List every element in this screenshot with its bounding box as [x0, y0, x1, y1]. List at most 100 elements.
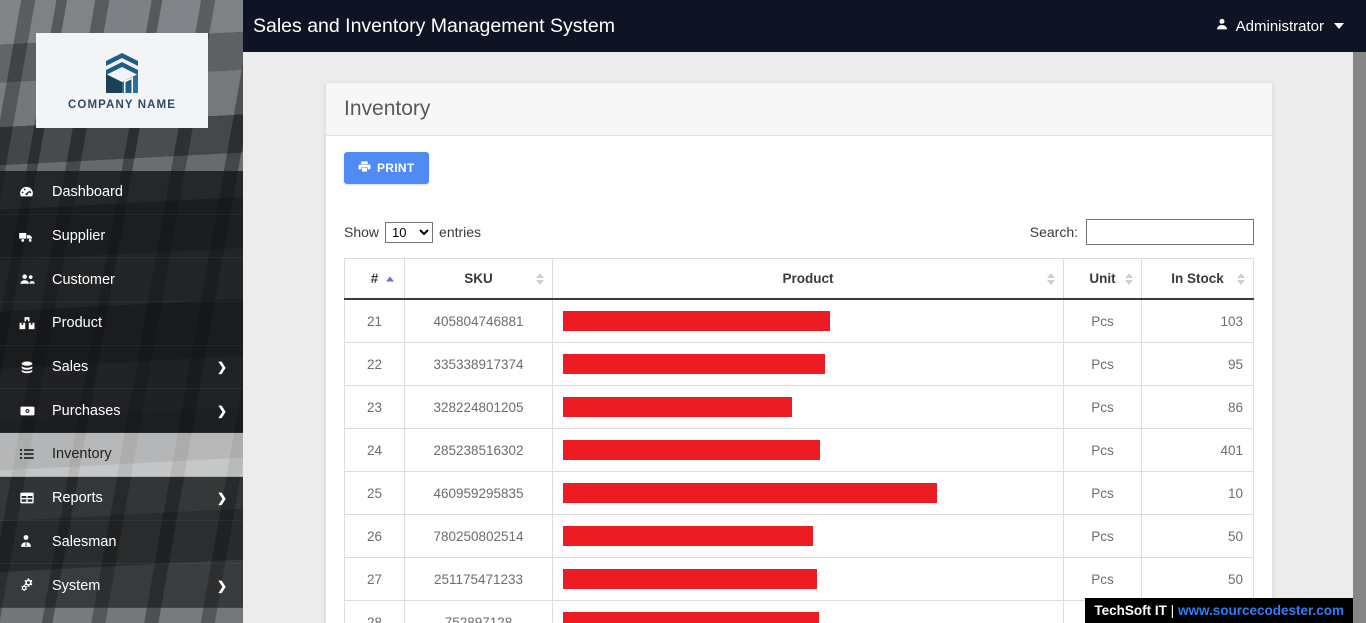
cell-unit: Pcs [1063, 557, 1142, 601]
sidebar-item-label: Sales [52, 359, 89, 376]
cell-product [552, 557, 1064, 601]
chevron-right-icon: ❯ [216, 360, 227, 375]
cell-number: 25 [344, 471, 405, 515]
column-label: Unit [1089, 271, 1116, 286]
scrollbar-thumb[interactable] [1353, 52, 1366, 623]
sidebar-item-inventory[interactable]: Inventory [0, 433, 243, 477]
cell-unit: Pcs [1063, 342, 1142, 386]
sidebar-item-salesman[interactable]: Salesman [0, 520, 243, 565]
column-header-in-stock[interactable]: In Stock [1141, 258, 1254, 300]
money-bill-icon [18, 403, 44, 419]
cell-sku: 780250802514 [404, 514, 553, 558]
print-button-label: PRINT [377, 161, 415, 175]
sidebar-item-label: Salesman [52, 533, 117, 550]
user-menu-label: Administrator [1235, 17, 1324, 35]
sidebar: COMPANY NAME Dashboard Supplier Customer [0, 0, 243, 623]
cell-unit: Pcs [1063, 298, 1142, 343]
column-header-sku[interactable]: SKU [404, 258, 553, 300]
cell-sku: 405804746881 [404, 298, 553, 343]
page-title: Inventory [344, 97, 431, 120]
cell-in-stock: 103 [1141, 298, 1254, 343]
sidebar-item-label: Inventory [52, 446, 112, 463]
person-tie-icon [18, 533, 44, 550]
redaction-bar [563, 397, 792, 417]
entries-suffix-label: entries [439, 224, 482, 240]
cell-number: 23 [344, 385, 405, 429]
sidebar-item-dashboard[interactable]: Dashboard [0, 171, 243, 215]
column-header-product[interactable]: Product [552, 258, 1064, 300]
redaction-bar [563, 440, 820, 460]
app-title: Sales and Inventory Management System [253, 14, 616, 37]
coins-icon [18, 359, 44, 376]
cell-unit: Pcs [1063, 385, 1142, 429]
sidebar-item-system[interactable]: System ❯ [0, 564, 243, 608]
entries-prefix-label: Show [344, 224, 380, 240]
table-row[interactable]: 27 251175471233 Pcs 50 [344, 557, 1254, 601]
sidebar-item-product[interactable]: Product [0, 302, 243, 346]
chevron-right-icon: ❯ [216, 578, 227, 593]
table-row[interactable]: 21 405804746881 Pcs 103 [344, 298, 1254, 343]
column-header-unit[interactable]: Unit [1063, 258, 1142, 300]
column-label: In Stock [1171, 271, 1224, 286]
cell-product [552, 600, 1064, 623]
cell-in-stock: 10 [1141, 471, 1254, 515]
printer-icon [358, 160, 371, 176]
table-row[interactable]: 23 328224801205 Pcs 86 [344, 385, 1254, 429]
sidebar-item-label: Purchases [52, 402, 121, 419]
sidebar-item-purchases[interactable]: Purchases ❯ [0, 389, 243, 434]
chevron-right-icon: ❯ [216, 403, 227, 418]
table-row[interactable]: 26 780250802514 Pcs 50 [344, 514, 1254, 558]
redaction-bar [563, 354, 825, 374]
cell-in-stock: 50 [1141, 557, 1254, 601]
sort-ascending-icon [386, 276, 394, 281]
brand-logo-panel[interactable]: COMPANY NAME [36, 33, 208, 128]
cell-sku: 328224801205 [404, 385, 553, 429]
redaction-bar [563, 483, 937, 503]
cell-in-stock: 86 [1141, 385, 1254, 429]
chevron-right-icon: ❯ [216, 491, 227, 506]
sidebar-item-label: Reports [52, 490, 103, 507]
cell-in-stock: 401 [1141, 428, 1254, 472]
sort-toggle-icon [1125, 272, 1133, 285]
app-root: COMPANY NAME Dashboard Supplier Customer [0, 0, 1366, 623]
list-icon [18, 446, 44, 462]
page-scrollbar[interactable] [1353, 52, 1366, 623]
sidebar-item-label: Dashboard [52, 184, 123, 201]
sidebar-item-customer[interactable]: Customer [0, 258, 243, 303]
table-grid-icon [18, 490, 44, 506]
table-row[interactable]: 25 460959295835 Pcs 10 [344, 471, 1254, 515]
cogs-icon [18, 577, 44, 594]
redaction-bar [563, 526, 813, 546]
table-head: # SKU Product Unit In Stock [344, 258, 1254, 300]
cell-sku: 752897128 [404, 600, 553, 623]
sidebar-item-label: Customer [52, 271, 115, 288]
column-label: Product [782, 271, 834, 286]
inventory-table: # SKU Product Unit In Stock 21 405804746… [344, 258, 1254, 623]
sidebar-item-reports[interactable]: Reports ❯ [0, 476, 243, 521]
entries-per-page-select[interactable]: 10 25 50 100 [385, 221, 434, 243]
search-control: Search: [1030, 219, 1254, 245]
caret-down-icon [1334, 23, 1344, 29]
content-area: Inventory PRINT Show 10 25 50 [243, 52, 1353, 623]
sidebar-item-label: Product [52, 315, 102, 332]
sidebar-item-sales[interactable]: Sales ❯ [0, 345, 243, 390]
card-body: PRINT Show 10 25 50 100 entries [326, 136, 1272, 623]
search-input[interactable] [1086, 219, 1254, 245]
cell-sku: 285238516302 [404, 428, 553, 472]
truck-icon [18, 228, 44, 245]
table-row[interactable]: 24 285238516302 Pcs 401 [344, 428, 1254, 472]
watermark-url[interactable]: www.sourcecodester.com [1178, 603, 1344, 618]
redaction-bar [563, 311, 830, 331]
cell-sku: 251175471233 [404, 557, 553, 601]
column-header-number[interactable]: # [344, 258, 405, 300]
user-menu-dropdown[interactable]: Administrator [1215, 17, 1344, 36]
brand-logo-text: COMPANY NAME [68, 98, 176, 111]
print-button[interactable]: PRINT [344, 152, 429, 184]
inventory-card: Inventory PRINT Show 10 25 50 [325, 82, 1273, 623]
cell-product [552, 342, 1064, 386]
sidebar-item-supplier[interactable]: Supplier [0, 214, 243, 259]
dashboard-gauge-icon [18, 184, 44, 201]
cell-number: 28 [344, 600, 405, 623]
table-row[interactable]: 22 335338917374 Pcs 95 [344, 342, 1254, 386]
company-building-logo [106, 52, 138, 93]
